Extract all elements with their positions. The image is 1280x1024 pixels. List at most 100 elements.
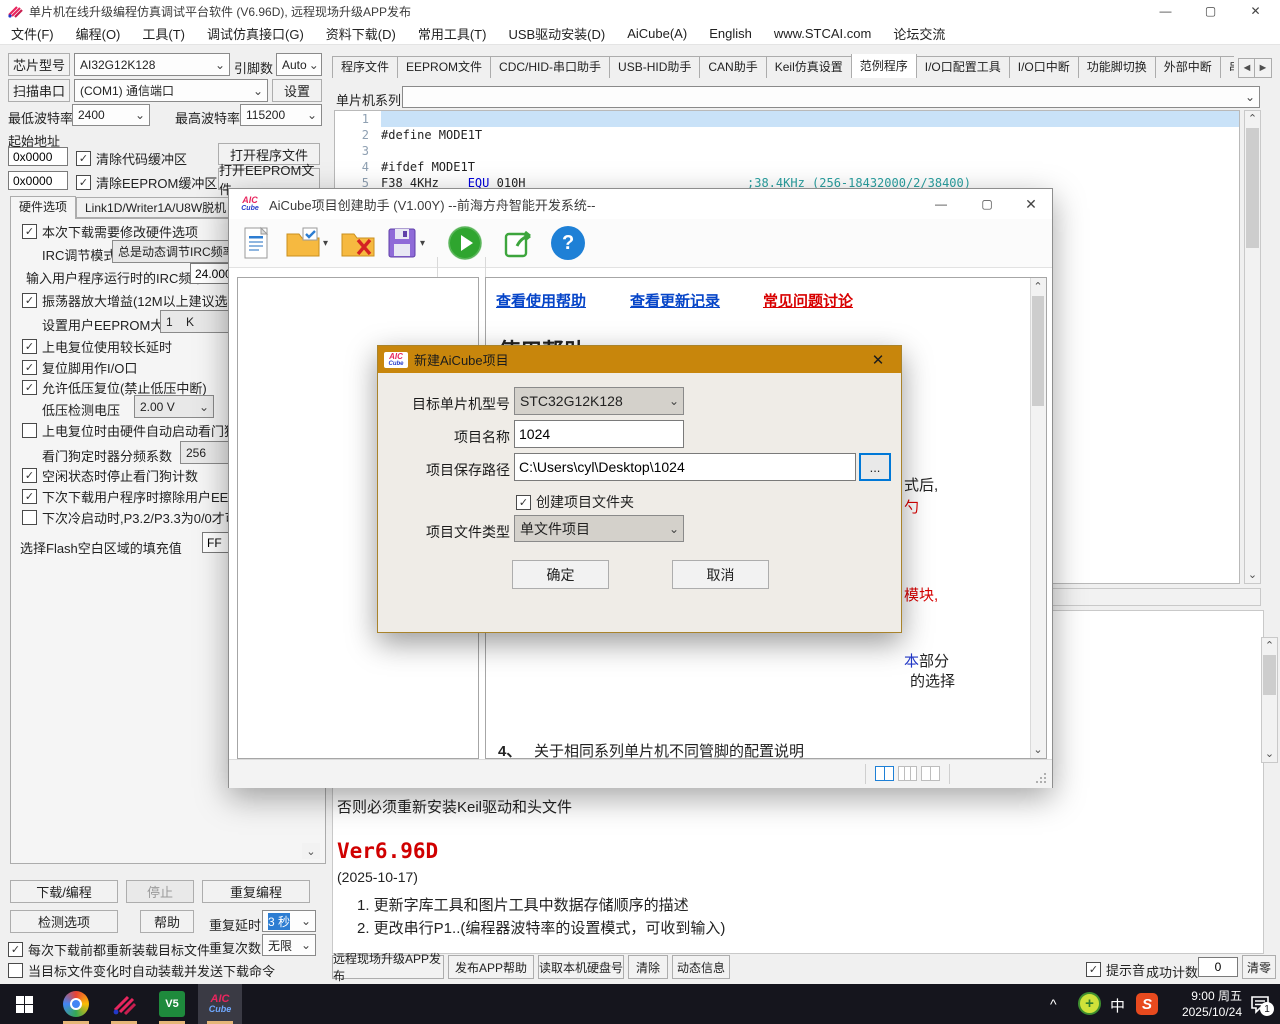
check-options-button[interactable]: 检测选项 (10, 910, 118, 933)
help-button[interactable]: 帮助 (140, 910, 194, 933)
lvd-voltage-select[interactable]: 2.00 V ⌄ (134, 395, 214, 418)
tab-keil-sim[interactable]: Keil仿真设置 (766, 56, 852, 78)
port-settings-button[interactable]: 设置 (272, 79, 322, 102)
max-baud-select[interactable]: 115200 ⌄ (240, 104, 322, 126)
clear-code-checkbox[interactable]: ✓ (76, 151, 91, 166)
help-scroll-thumb[interactable] (1032, 296, 1044, 406)
main-titlebar[interactable]: 单片机在线升级编程仿真调试平台软件 (V6.96D), 远程现场升级APP发布 … (0, 0, 1280, 22)
clear-eeprom-checkbox[interactable]: ✓ (76, 175, 91, 190)
publish-app-help-button[interactable]: 发布APP帮助 (448, 955, 534, 979)
dialog-titlebar[interactable]: AIC Cube 新建AiCube项目 ✕ (378, 346, 901, 373)
chip-model-select[interactable]: AI32G12K128 ⌄ (74, 53, 230, 76)
notes-scroll-thumb[interactable] (1263, 655, 1276, 695)
menu-file[interactable]: 文件(F) (0, 24, 65, 43)
save-project-icon[interactable] (386, 226, 418, 260)
close-icon[interactable]: ✕ (1009, 189, 1053, 219)
export-icon[interactable] (503, 226, 537, 260)
taskbar-stcisp-icon[interactable] (102, 984, 146, 1024)
dynamic-info-button[interactable]: 动态信息 (672, 955, 730, 979)
read-disk-id-button[interactable]: 读取本机硬盘号 (538, 955, 624, 979)
ok-button[interactable]: 确定 (512, 560, 609, 589)
hw-checkbox[interactable]: ✓ (22, 380, 37, 395)
menu-forum[interactable]: 论坛交流 (882, 24, 956, 43)
tab-cdc-hid-serial[interactable]: CDC/HID-串口助手 (490, 56, 610, 78)
notes-scroll-up[interactable]: ⌃ (1262, 638, 1277, 653)
close-icon[interactable]: ✕ (863, 346, 893, 373)
tab-baud-calc[interactable]: 串口波特率计算器 (1220, 56, 1234, 78)
hw-checkbox[interactable] (22, 510, 37, 525)
help-icon[interactable]: ? (551, 226, 585, 260)
repeat-delay-select[interactable]: 3 秒 ⌄ (262, 910, 316, 932)
tray-antivirus-icon[interactable]: + (1078, 992, 1101, 1015)
maximize-icon[interactable]: ▢ (965, 189, 1009, 219)
menu-english[interactable]: English (698, 26, 763, 41)
aicube-titlebar[interactable]: AIC Cube AiCube项目创建助手 (V1.00Y) --前海方舟智能开… (229, 189, 1052, 219)
hw-checkbox[interactable]: ✓ (22, 293, 37, 308)
auto-load-checkbox[interactable] (8, 963, 23, 978)
create-folder-checkbox[interactable]: ✓ (516, 495, 531, 510)
open-dropdown-icon[interactable]: ▾ (323, 238, 328, 249)
menu-aicube[interactable]: AiCube(A) (616, 26, 698, 41)
menu-usb-driver[interactable]: USB驱动安装(D) (497, 24, 616, 43)
code-scroll-down[interactable]: ⌄ (1245, 567, 1260, 582)
resize-grip[interactable] (1035, 772, 1047, 784)
repeat-times-select[interactable]: 无限 ⌄ (262, 934, 316, 956)
min-baud-select[interactable]: 2400 ⌄ (72, 104, 150, 126)
save-dropdown-icon[interactable]: ▾ (420, 238, 425, 249)
close-icon[interactable]: ✕ (1233, 0, 1278, 22)
code-scroll-up[interactable]: ⌃ (1245, 111, 1260, 126)
minimize-icon[interactable]: — (919, 189, 963, 219)
reset-count-button[interactable]: 清零 (1242, 955, 1276, 979)
link-view-help[interactable]: 查看使用帮助 (496, 290, 586, 311)
layout-split-icon[interactable] (921, 766, 940, 781)
tab-ext-interrupt[interactable]: 外部中断 (1155, 56, 1221, 78)
tab-program-file[interactable]: 程序文件 (332, 56, 398, 78)
hw-checkbox[interactable]: ✓ (22, 489, 37, 504)
hw-checkbox[interactable]: ✓ (22, 224, 37, 239)
tab-eeprom-file[interactable]: EEPROM文件 (397, 56, 491, 78)
start-button[interactable] (2, 984, 46, 1024)
new-project-icon[interactable] (241, 226, 271, 260)
hw-checkbox[interactable]: ✓ (22, 360, 37, 375)
menu-tools[interactable]: 工具(T) (131, 24, 196, 43)
link-view-updates[interactable]: 查看更新记录 (630, 290, 720, 311)
close-project-icon[interactable] (340, 226, 376, 260)
menu-common-tools[interactable]: 常用工具(T) (407, 24, 498, 43)
tab-io-interrupt[interactable]: I/O口中断 (1009, 56, 1079, 78)
open-project-icon[interactable] (285, 226, 321, 260)
hw-checkbox[interactable] (22, 423, 37, 438)
chip-model-button[interactable]: 芯片型号 (8, 53, 70, 76)
code-start-address-input[interactable] (8, 147, 68, 166)
menu-website[interactable]: www.STCAI.com (763, 26, 883, 41)
stop-button[interactable]: 停止 (126, 880, 194, 903)
code-scroll-thumb[interactable] (1246, 128, 1259, 248)
maximize-icon[interactable]: ▢ (1188, 0, 1233, 22)
project-name-input[interactable] (514, 420, 684, 448)
pin-count-select[interactable]: Auto ⌄ (276, 53, 322, 76)
tab-hardware-options[interactable]: 硬件选项 (10, 196, 76, 219)
taskbar-keil-icon[interactable]: V5 (150, 984, 194, 1024)
open-eeprom-file-button[interactable]: 打开EEPROM文件 (218, 168, 320, 190)
project-path-input[interactable] (514, 453, 856, 481)
menu-downloads[interactable]: 资料下载(D) (315, 24, 407, 43)
tab-link1d-writer[interactable]: Link1D/Writer1A/U8W脱机 (76, 197, 235, 218)
clock[interactable]: 9:00 周五 2025/10/24 (1164, 988, 1242, 1020)
success-count-input[interactable] (1198, 957, 1238, 977)
taskbar-aicube-icon[interactable]: AIC Cube (198, 984, 242, 1024)
scan-port-button[interactable]: 扫描串口 (8, 79, 70, 102)
notification-center-icon[interactable]: 1 (1250, 994, 1270, 1017)
tab-scroll-right[interactable]: ► (1254, 58, 1272, 78)
com-port-select[interactable]: (COM1) 通信端口 ⌄ (74, 79, 268, 102)
layout-three-pane-icon[interactable] (898, 766, 917, 781)
help-scroll-down[interactable]: ⌄ (1031, 742, 1045, 757)
tab-example-code[interactable]: 范例程序 (851, 54, 917, 78)
taskbar-browser-icon[interactable] (54, 984, 98, 1024)
run-generate-icon[interactable] (447, 225, 483, 261)
project-type-select[interactable]: 单文件项目 ⌄ (514, 515, 684, 542)
help-scroll-up[interactable]: ⌃ (1031, 279, 1045, 294)
cancel-button[interactable]: 取消 (672, 560, 769, 589)
beep-checkbox[interactable]: ✓ (1086, 962, 1101, 977)
link-faq[interactable]: 常见问题讨论 (763, 290, 853, 311)
clear-button[interactable]: 清除 (628, 955, 668, 979)
eeprom-size-select[interactable]: 1 K (160, 310, 238, 333)
